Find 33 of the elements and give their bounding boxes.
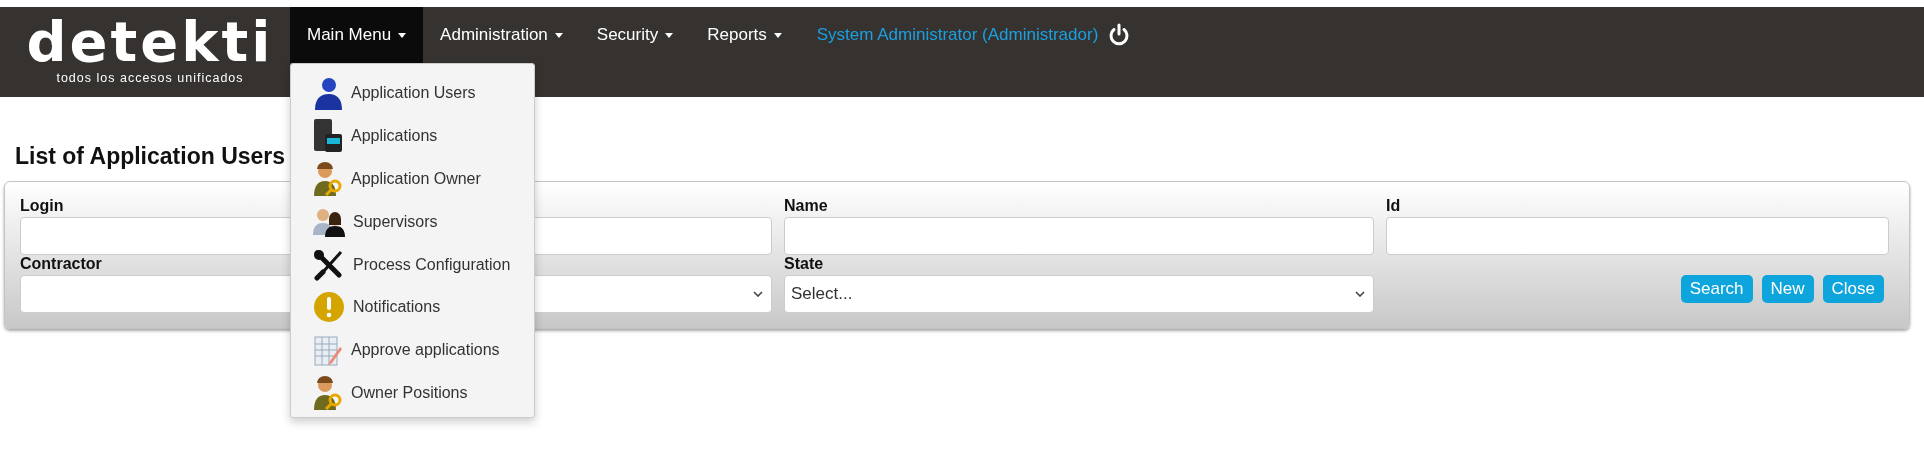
menu-item[interactable]: Applications [313,114,534,158]
field-label: State [784,255,824,274]
user-link[interactable]: System Administrator (Administrador) [798,25,1099,45]
table-pencil-icon [313,333,343,368]
nav-menu-item[interactable]: Security [579,7,691,63]
field-label: Name [784,197,828,216]
nav-menu-item[interactable]: Administration [423,7,580,63]
menu-item[interactable]: Supervisors [313,200,534,244]
nav-menu-item[interactable]: Main Menu [290,7,424,63]
chevron-icon [1355,291,1365,297]
menu-item[interactable]: Process Configuration [313,243,534,286]
nav-menu-item[interactable]: Reports [690,7,799,63]
brand-logo[interactable]: detekti [26,15,274,69]
menu-item[interactable]: Application Users [313,72,534,115]
menu-item[interactable]: Application Owner [313,157,534,201]
user-icon [313,76,343,111]
chevron-icon [753,291,763,297]
two-people-icon [313,206,345,237]
menu-item[interactable]: Notifications [313,286,534,329]
wrench-screwdriver-icon [313,248,345,281]
power-icon[interactable] [1108,23,1131,47]
field-label: Contractor [20,255,102,274]
field-label: Id [1386,197,1401,216]
server-icon [313,118,343,155]
menu-item[interactable]: Owner Positions [313,371,534,415]
brand-tagline: todos los accesos unificados [56,71,244,85]
input-field[interactable] [784,217,1374,255]
input-field[interactable] [1386,217,1889,255]
select-field[interactable]: Select... [784,275,1374,313]
menu-item[interactable]: Approve applications [313,328,534,372]
page-title: List of Application Users [15,142,287,170]
warning-icon [313,291,345,324]
field-label: Login [20,197,64,216]
